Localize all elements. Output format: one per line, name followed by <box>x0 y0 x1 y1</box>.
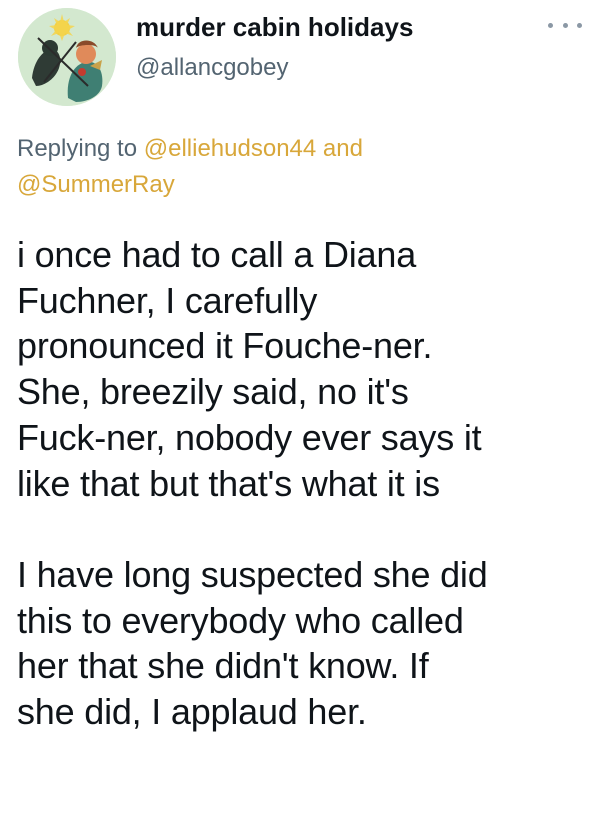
tweet-paragraph: I have long suspected she did this to ev… <box>17 552 589 735</box>
tweet-line: her that she didn't know. If <box>17 645 429 687</box>
more-dot <box>562 22 568 28</box>
replying-to: Replying to @elliehudson44 and @SummerRa… <box>17 131 577 203</box>
tweet-line: I have long suspected she did <box>17 553 488 595</box>
tweet-line: i once had to call a Diana <box>17 234 417 275</box>
tweet-line: She, breezily said, no it's <box>17 371 409 413</box>
tweet: murder cabin holidays @allancgobey Reply… <box>0 0 599 830</box>
mention-link[interactable]: @SummerRay <box>17 171 175 198</box>
tweet-line: like that but that's what it is <box>17 462 440 504</box>
tweet-line: Fuck-ner, nobody ever says it <box>17 416 482 458</box>
mention-link[interactable]: @elliehudson44 <box>144 135 317 162</box>
tweet-line: this to everybody who called <box>17 599 464 641</box>
tweet-line: she did, I applaud her. <box>17 691 367 733</box>
illustrated-avatar-icon <box>18 8 116 106</box>
tweet-line: pronounced it Fouche-ner. <box>17 325 433 367</box>
tweet-paragraph: i once had to call a Diana Fuchner, I ca… <box>17 232 589 506</box>
author-handle[interactable]: @allancgobey <box>136 54 288 82</box>
more-options-icon[interactable] <box>548 18 582 32</box>
more-dot <box>577 22 582 28</box>
more-dot <box>548 22 553 28</box>
replying-to-joiner: and <box>322 135 363 162</box>
tweet-line: Fuchner, I carefully <box>17 279 318 321</box>
author-display-name[interactable]: murder cabin holidays <box>136 12 413 43</box>
tweet-text: i once had to call a Diana Fuchner, I ca… <box>17 232 589 735</box>
avatar[interactable] <box>18 8 116 106</box>
replying-to-label: Replying to <box>17 135 138 162</box>
